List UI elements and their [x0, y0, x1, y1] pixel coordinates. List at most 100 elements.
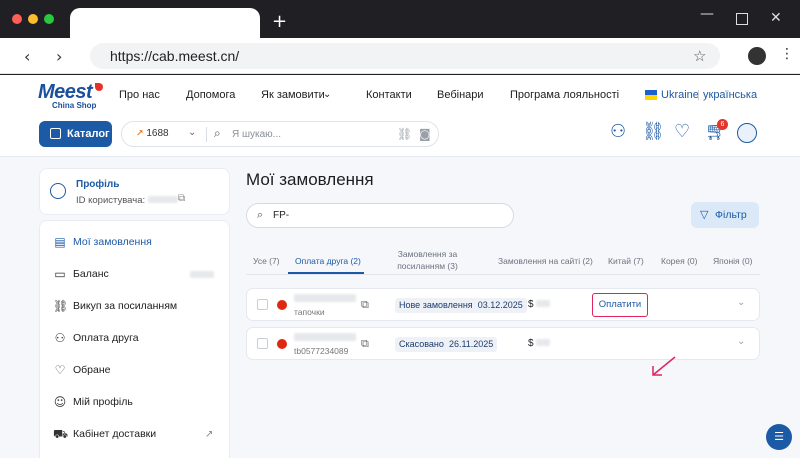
tab-friend-payment[interactable]: Оплата друга (2)	[295, 255, 361, 267]
tab-site-orders[interactable]: Замовлення на сайті (2)	[498, 255, 593, 267]
url-field[interactable]: https://cab.meest.cn/	[90, 43, 720, 69]
tab-link-orders[interactable]: Замовлення за посиланням (3)	[390, 248, 465, 272]
nav-help[interactable]: Допомога	[186, 89, 235, 101]
ukraine-flag-icon	[645, 90, 657, 100]
order-price: $	[528, 338, 551, 349]
sidebar-item-friend-payment[interactable]: ⚇ Оплата друга	[40, 325, 231, 353]
link-icon[interactable]: ⛓	[642, 121, 665, 142]
order-status: Скасовано	[399, 339, 444, 349]
user-id-text: ID користувача:	[76, 195, 146, 206]
order-status: Нове замовлення	[399, 300, 473, 310]
tabs-divider	[246, 274, 760, 275]
nav-how-to-order[interactable]: Як замовити	[261, 89, 325, 101]
search-input[interactable]: Я шукаю...	[232, 129, 281, 140]
address-bar: ‹ › https://cab.meest.cn/ ☆ ⋮	[0, 38, 800, 74]
forward-icon[interactable]: ›	[56, 47, 62, 66]
wallet-icon: ▭	[54, 267, 66, 281]
chat-icon[interactable]: ☰	[766, 424, 792, 450]
filter-button[interactable]: ▽ Фільтр	[691, 202, 759, 228]
filter-icon: ▽	[700, 208, 709, 221]
order-row[interactable]: tb0577234089 ⧉ Скасовано 26.11.2025 $ ⌄	[246, 327, 760, 360]
chevron-down-icon[interactable]: ⌄	[188, 127, 196, 138]
link-icon: ⛓	[53, 299, 69, 313]
source-label: 1688	[146, 128, 169, 139]
minimize-window-dot[interactable]	[28, 14, 38, 24]
profile-card[interactable]: Профіль ID користувача: ⧉	[39, 168, 230, 215]
back-icon[interactable]: ‹	[24, 47, 30, 66]
search-icon: ⌕	[257, 208, 264, 221]
annotation-arrow-icon	[652, 356, 676, 376]
order-row[interactable]: тапочки ⧉ Нове замовлення 03.12.2025 $ О…	[246, 288, 760, 321]
language-select[interactable]: українська	[703, 89, 757, 101]
user-id-label: ID користувача:	[76, 195, 178, 206]
maximize-window-dot[interactable]	[44, 14, 54, 24]
page-title: Мої замовлення	[246, 170, 374, 189]
sidebar-item-my-orders[interactable]: ▤ Мої замовлення	[40, 229, 231, 257]
price-redacted	[536, 339, 551, 346]
close-window-dot[interactable]	[12, 14, 22, 24]
chevron-down-icon[interactable]: ⌄	[737, 297, 745, 308]
copy-icon[interactable]: ⧉	[178, 193, 185, 204]
close-button[interactable]: ✕	[770, 10, 782, 26]
sidebar-item-label: Мій профіль	[73, 396, 133, 408]
link-search-icon[interactable]: ⛓	[397, 127, 412, 141]
filter-label: Фільтр	[715, 209, 747, 221]
order-subtitle: tb0577234089	[294, 346, 349, 356]
url-text: https://cab.meest.cn/	[110, 48, 240, 64]
order-checkbox[interactable]	[257, 299, 268, 310]
source-select[interactable]: ↗ 1688	[136, 128, 169, 139]
maximize-button[interactable]	[736, 13, 748, 25]
new-tab-button[interactable]: +	[272, 12, 287, 32]
logo-brand: Meest	[38, 81, 93, 103]
avatar[interactable]	[737, 123, 757, 143]
sidebar-item-buyout-by-link[interactable]: ⛓ Викуп за посиланням	[40, 293, 231, 321]
tab-all[interactable]: Усе (7)	[253, 255, 280, 267]
country-select[interactable]: Ukraine	[661, 89, 699, 101]
source-logo-icon: ↗	[136, 128, 144, 138]
copy-icon[interactable]: ⧉	[361, 337, 369, 351]
nav-loyalty[interactable]: Програма лояльності	[510, 89, 619, 101]
order-subtitle: тапочки	[294, 307, 325, 317]
sidebar-item-balance[interactable]: ▭ Баланс	[40, 261, 231, 289]
tab-korea[interactable]: Корея (0)	[661, 255, 698, 267]
order-number-redacted	[294, 333, 356, 341]
browser-profile-icon[interactable]	[748, 47, 766, 65]
tab-japan[interactable]: Японія (0)	[713, 255, 752, 267]
order-search-input[interactable]: ⌕ FP-	[246, 203, 514, 228]
search-box: ↗ 1688 ⌄ ⌕ Я шукаю... ⛓ ◙	[121, 121, 439, 147]
chevron-down-icon[interactable]: ⌄	[323, 89, 331, 100]
truck-icon: ⛟	[53, 427, 69, 441]
sidebar-item-label: Кабінет доставки	[73, 428, 157, 440]
order-search-value: FP-	[273, 210, 290, 221]
external-link-icon: ↗	[205, 429, 214, 440]
minimize-button[interactable]: —	[700, 6, 714, 22]
balance-redacted	[190, 271, 214, 278]
sidebar-menu: ▤ Мої замовлення ▭ Баланс ⛓ Викуп за пос…	[39, 220, 230, 458]
browser-tab[interactable]	[70, 8, 260, 38]
sidebar-item-favorites[interactable]: ♡ Обране	[40, 357, 231, 385]
nav-about[interactable]: Про нас	[119, 89, 160, 101]
catalog-button[interactable]: Каталог	[39, 121, 112, 147]
browser-titlebar: + — ✕	[0, 0, 800, 38]
users-icon[interactable]: ⚇	[610, 121, 626, 142]
copy-icon[interactable]: ⧉	[361, 298, 369, 312]
sidebar-item-my-profile[interactable]: ☺ Мій профіль	[40, 389, 231, 417]
pay-button[interactable]: Оплатити	[592, 293, 648, 317]
chevron-down-icon[interactable]: ⌄	[737, 336, 745, 347]
sidebar-item-delivery-cabinet[interactable]: ⛟ Кабінет доставки ↗	[40, 421, 231, 449]
browser-menu-icon[interactable]: ⋮	[780, 46, 794, 62]
bookmark-star-icon[interactable]: ☆	[693, 47, 706, 65]
sidebar-item-label: Баланс	[73, 268, 109, 280]
nav-contacts[interactable]: Контакти	[366, 89, 412, 101]
search-icon: ⌕	[214, 126, 221, 140]
camera-search-icon[interactable]: ◙	[419, 127, 431, 141]
tab-china[interactable]: Китай (7)	[608, 255, 644, 267]
heart-icon[interactable]: ♡	[674, 121, 690, 142]
catalog-label: Каталог	[67, 128, 110, 140]
price-redacted	[536, 300, 551, 307]
profile-icon	[50, 183, 66, 199]
meest-logo[interactable]: Meest China Shop	[38, 81, 103, 110]
order-date: 26.11.2025	[448, 339, 494, 349]
nav-webinars[interactable]: Вебінари	[437, 89, 484, 101]
order-checkbox[interactable]	[257, 338, 268, 349]
